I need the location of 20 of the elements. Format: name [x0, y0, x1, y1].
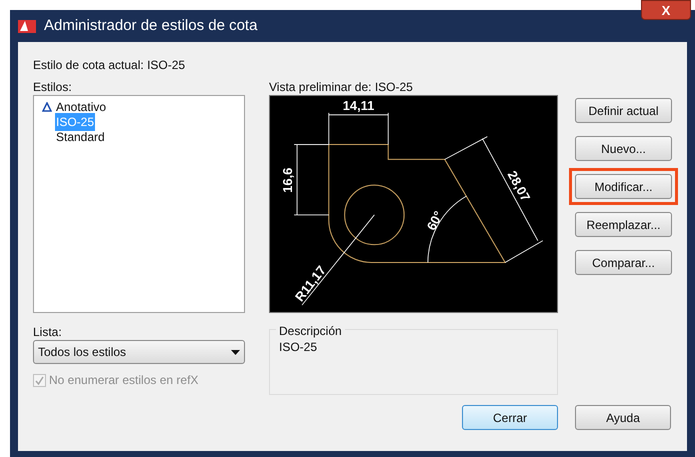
description-text: ISO-25 [279, 340, 318, 354]
list-dropdown[interactable]: Todos los estilos [33, 340, 245, 364]
dialog-button[interactable]: Ayuda [575, 405, 671, 430]
dialog-button[interactable]: Cerrar [462, 405, 558, 430]
styles-label: Estilos: [33, 79, 73, 95]
window-title: Administrador de estilos de cota [44, 16, 258, 36]
preview-label: Vista preliminar de: ISO-25 [269, 79, 414, 95]
close-button[interactable]: X [641, 0, 691, 20]
app-logo-icon [18, 18, 36, 34]
current-style-label: Estilo de cota actual: ISO-25 [33, 57, 186, 74]
action-button[interactable]: Modificar... [569, 168, 678, 205]
list-label: Lista: [33, 324, 63, 340]
xref-checkbox-label: No enumerar estilos en refX [49, 372, 198, 389]
style-row[interactable]: Anotativo [38, 99, 244, 114]
style-name: Anotativo [55, 98, 108, 116]
style-name: Standard [55, 128, 106, 146]
annotative-icon [42, 102, 52, 112]
style-name: ISO-25 [55, 112, 96, 130]
style-row[interactable]: Standard [38, 129, 244, 144]
dropdown-caret-icon [231, 350, 240, 354]
